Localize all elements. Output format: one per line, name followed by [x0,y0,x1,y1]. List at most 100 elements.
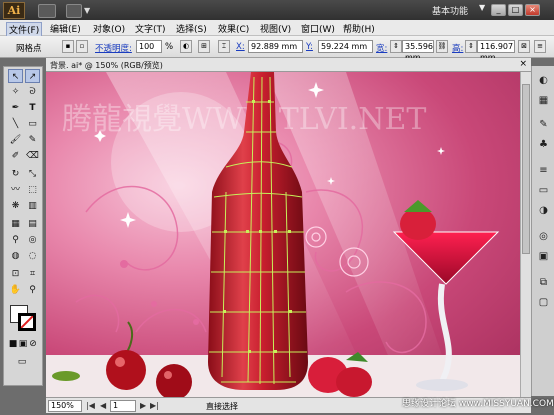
width-label[interactable]: 宽: [376,42,387,54]
line-tool-icon[interactable]: ╲ [8,117,23,131]
live-paint-tool-icon[interactable]: ◍ [8,249,23,263]
app-logo: Ai [3,2,25,19]
next-artboard-button[interactable]: ▶ [140,401,146,410]
magic-wand-tool-icon[interactable]: ✧ [8,85,23,99]
arrange-documents-icon[interactable] [66,4,82,18]
zoom-tool-icon[interactable]: ⚲ [25,283,40,297]
menu-type[interactable]: 文字(T) [135,22,166,35]
blend-tool-icon[interactable]: ◎ [25,233,40,247]
screen-mode-icon[interactable]: ▭ [8,355,36,369]
vertical-scrollbar[interactable] [520,72,531,397]
recolor-icon[interactable]: ◐ [180,40,192,53]
type-tool-icon[interactable]: T [25,101,40,115]
opacity-field[interactable]: 100 [136,40,162,53]
site-credit: 思缘设计论坛 www.MISSYUAN.COM [402,399,554,409]
graphic-styles-panel-icon[interactable]: ▣ [535,248,552,265]
rectangle-tool-icon[interactable]: ▭ [25,117,40,131]
menu-select[interactable]: 选择(S) [176,22,207,35]
current-tool-label: 网格点 [16,44,42,54]
last-artboard-button[interactable]: ▶| [150,401,159,410]
none-slash-icon [21,316,33,328]
workspace-switcher[interactable]: 基本功能 [432,4,468,17]
menu-window[interactable]: 窗口(W) [301,22,335,35]
gradient-mode-icon[interactable]: ▣ [18,337,28,351]
y-label[interactable]: Y: [306,42,313,52]
scale-tool-icon[interactable]: ⤡ [25,167,40,181]
stroke-panel-icon[interactable]: ≡ [535,162,552,179]
menu-object[interactable]: 对象(O) [93,22,125,35]
artwork: 腾龍視覺WWW.TLVI.NET [46,72,520,397]
height-field[interactable]: 116.907 mm [477,40,515,62]
lasso-tool-icon[interactable]: ᘐ [25,85,40,99]
artboard-number-field[interactable]: 1 [110,400,136,412]
artboard-tool-icon[interactable]: ⊡ [8,267,23,281]
height-spin-icon[interactable]: ⇕ [465,40,477,53]
opacity-link[interactable]: 不透明度: [95,42,132,54]
chevron-down-icon[interactable]: ▼ [84,4,92,18]
document-tab[interactable]: 背景. ai* @ 150% (RGB/预览) × [46,58,531,72]
width-field[interactable]: 35.596 mm [402,40,434,62]
color-panel-icon[interactable]: ◐ [535,72,552,89]
chevron-down-icon[interactable]: ▼ [479,3,485,12]
x-label[interactable]: X: [236,42,245,52]
y-field[interactable]: 59.224 mm [318,40,373,53]
pen-tool-icon[interactable]: ✒ [8,101,23,115]
direct-selection-tool-icon[interactable]: ↗ [25,69,40,83]
x-field[interactable]: 92.889 mm [248,40,303,53]
reference-point-icon[interactable]: ⊞ [198,40,210,53]
selection-tool-icon[interactable]: ↖ [8,69,23,83]
link-icon[interactable]: ⇕ [390,40,402,53]
free-transform-tool-icon[interactable]: ⬚ [25,183,40,197]
close-button[interactable]: × [525,4,540,16]
menu-file[interactable]: 文件(F) [6,22,43,37]
layers-panel-icon[interactable]: ⧉ [535,274,552,291]
artboards-panel-icon[interactable]: ▢ [535,294,552,311]
artboard-canvas[interactable]: 腾龍視覺WWW.TLVI.NET [46,72,520,397]
prev-artboard-button[interactable]: ◀ [100,401,106,410]
fill-swatch-icon[interactable]: ▪ [62,40,74,53]
maximize-button[interactable]: □ [508,4,523,16]
menu-effect[interactable]: 效果(C) [218,22,249,35]
rotate-tool-icon[interactable]: ↻ [8,167,23,181]
stroke-swatch-icon[interactable]: ▫ [76,40,88,53]
bridge-icon[interactable] [38,4,56,18]
hand-tool-icon[interactable]: ✋ [8,283,23,297]
align-icon[interactable]: ⌶ [218,40,230,53]
live-paint-selection-tool-icon[interactable]: ◌ [25,249,40,263]
paintbrush-tool-icon[interactable]: 🖌 [8,133,23,147]
menu-edit[interactable]: 编辑(E) [50,22,81,35]
gradient-panel-icon[interactable]: ▭ [535,182,552,199]
symbol-sprayer-tool-icon[interactable]: ❋ [8,199,23,213]
panel-menu-icon[interactable]: ≡ [534,40,546,53]
blob-brush-tool-icon[interactable]: ✐ [8,149,23,163]
small-flowers [120,260,199,325]
eyedropper-tool-icon[interactable]: ⚲ [8,233,23,247]
menu-help[interactable]: 帮助(H) [343,22,375,35]
transparency-panel-icon[interactable]: ◑ [535,202,552,219]
close-document-icon[interactable]: × [519,59,527,69]
constrain-proportions-icon[interactable]: ⛓ [436,40,448,53]
none-mode-icon[interactable]: ⊘ [28,337,38,351]
brushes-panel-icon[interactable]: ✎ [535,116,552,133]
menu-view[interactable]: 视图(V) [260,22,291,35]
appearance-panel-icon[interactable]: ◎ [535,228,552,245]
slice-tool-icon[interactable]: ⌗ [25,267,40,281]
gradient-tool-icon[interactable]: ▤ [25,217,40,231]
pencil-tool-icon[interactable]: ✎ [25,133,40,147]
minimize-button[interactable]: _ [491,4,506,16]
symbols-panel-icon[interactable]: ♣ [535,136,552,153]
current-tool-hint[interactable]: 直接选择 [206,401,238,412]
swatches-panel-icon[interactable]: ▦ [535,92,552,109]
scroll-thumb[interactable] [522,84,530,254]
mesh-tool-icon[interactable]: ▦ [8,217,23,231]
zoom-field[interactable]: 150% [48,400,82,412]
opacity-unit: % [165,42,174,52]
stroke-swatch[interactable] [18,313,36,331]
height-label[interactable]: 高: [452,42,463,54]
column-graph-tool-icon[interactable]: ▥ [25,199,40,213]
warp-tool-icon[interactable]: 〰 [8,183,23,197]
color-mode-icon[interactable]: ■ [8,337,18,351]
eraser-tool-icon[interactable]: ⌫ [25,149,40,163]
transform-icon[interactable]: ⊠ [518,40,530,53]
first-artboard-button[interactable]: |◀ [86,401,95,410]
